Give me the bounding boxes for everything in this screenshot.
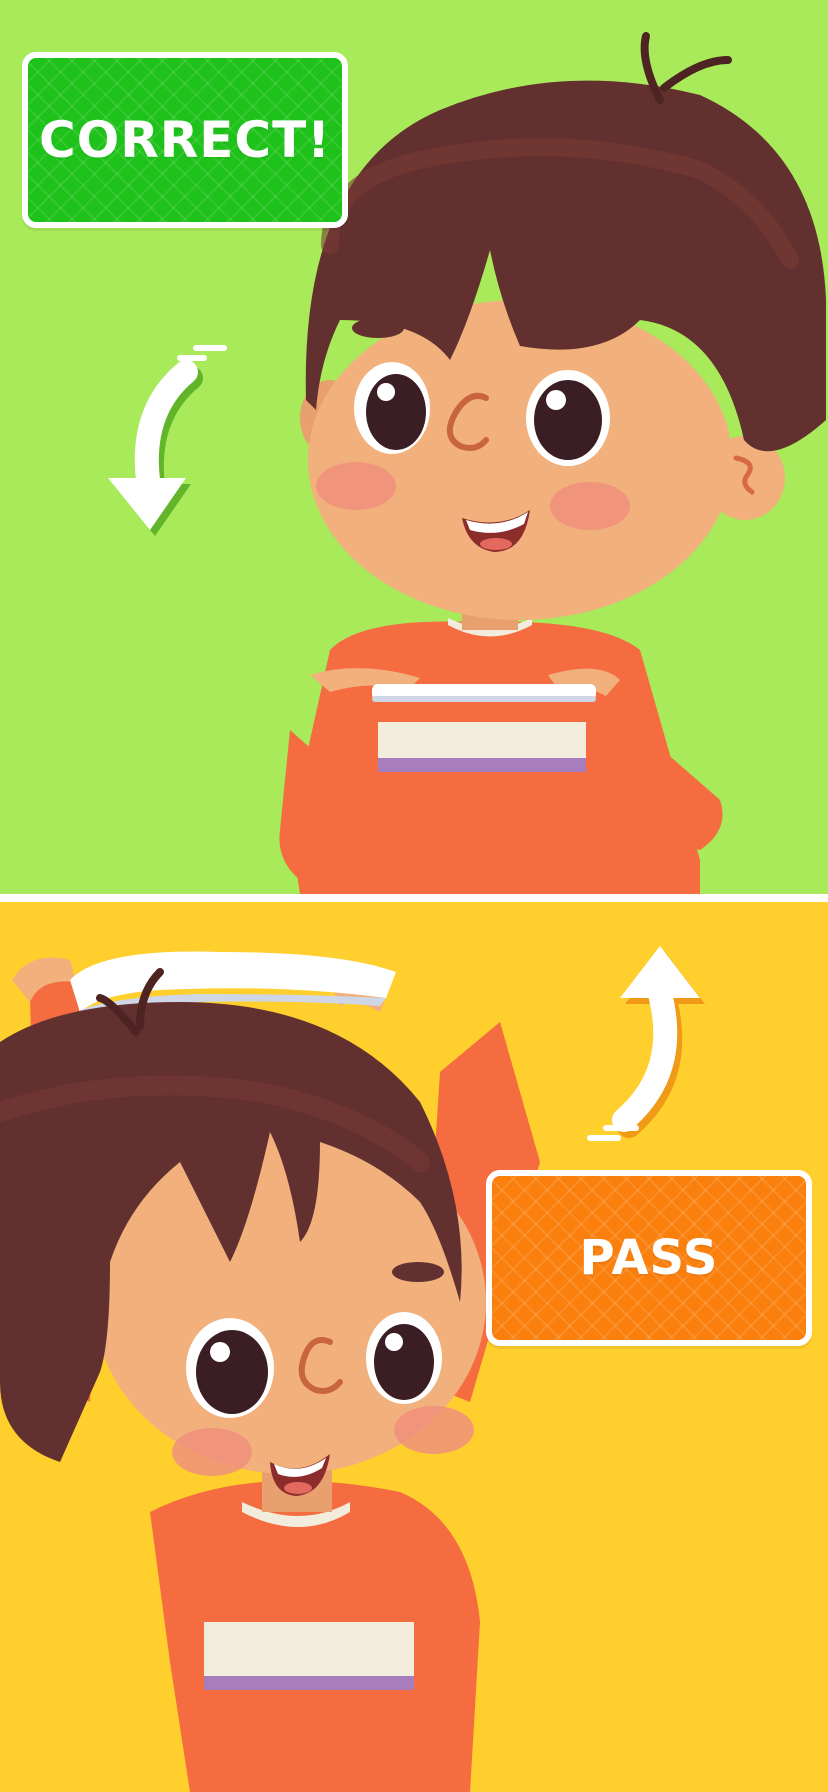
pass-scene — [0, 902, 828, 1792]
girl-eyebrow — [392, 1262, 444, 1282]
correct-badge-label: CORRECT! — [39, 111, 331, 169]
correct-panel: CORRECT! — [0, 0, 828, 894]
girl-cheek-right — [394, 1406, 474, 1454]
boy-eyebrows — [352, 318, 404, 338]
boy-cheek-right — [550, 482, 630, 530]
correct-badge: CORRECT! — [22, 52, 348, 228]
game-screen: CORRECT! PASS — [0, 0, 828, 1792]
girl-cheek-left — [172, 1428, 252, 1476]
pass-badge-label: PASS — [579, 1230, 719, 1286]
pass-panel — [0, 902, 828, 1792]
girl-body — [150, 1480, 480, 1792]
boy-cheek-left — [316, 462, 396, 510]
pass-badge: PASS — [486, 1170, 812, 1346]
